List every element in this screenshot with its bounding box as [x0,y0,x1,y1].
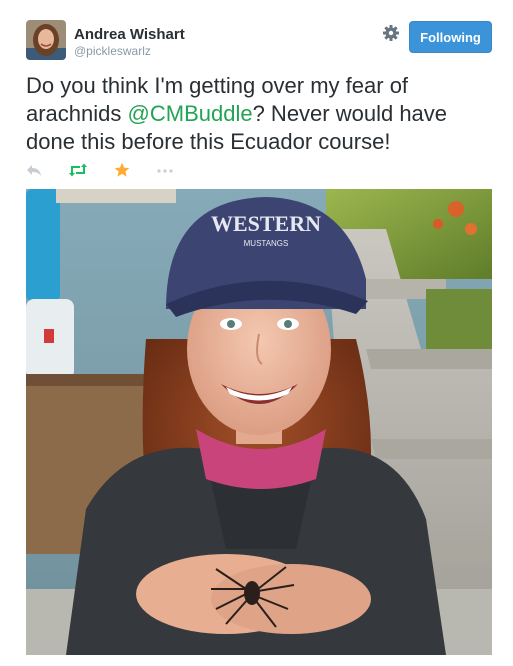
cap-subtext: MUSTANGS [244,239,289,248]
following-button[interactable]: Following [409,21,492,53]
reply-icon[interactable] [26,162,44,180]
gear-icon[interactable] [382,24,400,42]
tweet-text: Do you think I'm getting over my fear of… [26,72,496,156]
retweet-icon[interactable] [69,162,87,180]
display-name[interactable]: Andrea Wishart [74,26,185,43]
tweet-photo[interactable]: WESTERN MUSTANGS [26,189,492,655]
user-handle[interactable]: @pickleswarlz [74,44,151,58]
cap-text: WESTERN [211,211,321,236]
more-icon[interactable] [156,162,174,180]
avatar[interactable] [26,20,66,60]
mention-link[interactable]: @CMBuddle [128,101,253,126]
favorite-icon[interactable] [114,162,132,180]
